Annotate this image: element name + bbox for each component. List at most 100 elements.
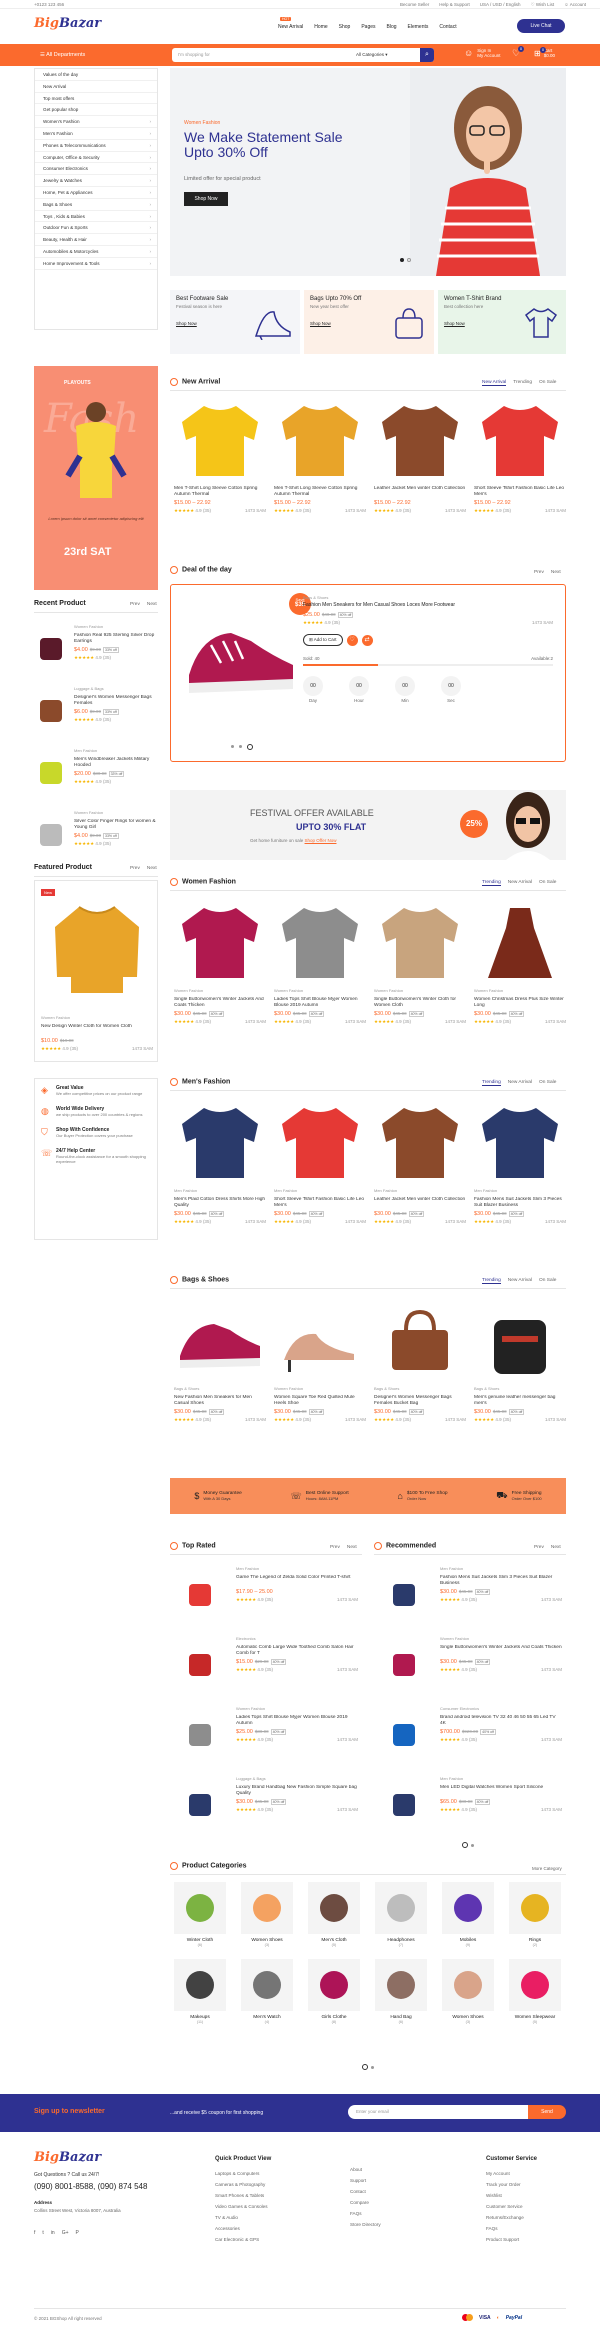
festival-shop-link[interactable]: Shop Offer Now — [305, 838, 337, 843]
product-card[interactable]: Men T-Shirt Long Sleeve Cotton Spring Au… — [174, 396, 266, 514]
category-item[interactable]: Girls Clothe (8) — [308, 1959, 360, 2024]
sidebar-item[interactable]: Values of the day — [35, 69, 157, 81]
footer-link[interactable]: FAQs — [350, 2208, 381, 2219]
tab-trending[interactable]: Trending — [513, 380, 532, 386]
product-name[interactable]: Men T-Shirt Long Sleeve Cotton Spring Au… — [274, 486, 366, 498]
footer-link[interactable]: TV & Audio — [215, 2212, 271, 2223]
product-card[interactable]: Women Fashion Single Buttonwomen's Winter… — [174, 898, 266, 1025]
tab-new-arrival[interactable]: New Arrival — [482, 380, 507, 386]
product-name[interactable]: Men's genuine leather messenger bag men'… — [474, 1395, 566, 1407]
google-plus-icon[interactable]: G+ — [62, 2230, 69, 2236]
category-item[interactable]: Women Shoes (3) — [241, 1882, 293, 1947]
product-image[interactable] — [274, 1296, 366, 1382]
deal-name[interactable]: Fashion Men Sneakers for Men Casual Shoe… — [303, 602, 553, 608]
featured-card[interactable]: New Women Fashion New Design Winter Clot… — [34, 880, 158, 1062]
product-image[interactable] — [474, 396, 566, 482]
product-name[interactable]: Silver Color Finger Rings for women & Yo… — [74, 819, 158, 831]
product-name[interactable]: Fashion Mens Suit Jackets Slim 3 Pieces … — [440, 1575, 562, 1587]
more-category-link[interactable]: More Category — [532, 1866, 562, 1871]
footer-link[interactable]: Laptops & Computers — [215, 2168, 271, 2179]
category-item[interactable]: Mobiles (9) — [442, 1882, 494, 1947]
prev-button[interactable]: Prev — [130, 866, 140, 871]
footer-link[interactable]: Returns/Exchange — [486, 2212, 537, 2223]
help-support-link[interactable]: Help & Support — [439, 2, 470, 8]
compare-icon[interactable]: ⇄ — [361, 634, 373, 646]
list-item[interactable]: Luggage & Bags Designer's Women Messenger… — [34, 682, 158, 740]
footer-link[interactable]: Support — [350, 2175, 381, 2186]
list-item[interactable]: Men Fashion Men's Windbreaker Jackets Mil… — [34, 744, 158, 802]
festival-banner[interactable]: FESTIVAL OFFER AVAILABLE UPTO 30% FLAT G… — [170, 790, 566, 860]
product-name[interactable]: Ladies Tops Shirt Blouse Myjer Women Blo… — [236, 1715, 358, 1727]
list-item[interactable]: Electronics Automatic Comb Large Wide Too… — [170, 1632, 362, 1698]
footer-link[interactable]: Smart Phones & Tablets — [215, 2190, 271, 2201]
list-item[interactable]: Women Fashion Fashion Real 925 Sterling S… — [34, 620, 158, 678]
sidebar-item[interactable]: Outdoor Fun & Sports › — [35, 222, 157, 235]
sidebar-item[interactable]: New Arrival — [35, 81, 157, 93]
category-item[interactable]: Rings (2) — [509, 1882, 561, 1947]
wishlist-icon[interactable]: ♡ — [346, 634, 358, 646]
tab-trending[interactable]: Trending — [482, 1080, 501, 1086]
sidebar-item[interactable]: Women's Fashion › — [35, 116, 157, 128]
promo-tshirt[interactable]: Women T-Shirt Brand Best collection here S… — [438, 290, 566, 354]
product-name[interactable]: Luxury Brand Handbag New Fashion Simple … — [236, 1785, 358, 1797]
product-name[interactable]: Men T-Shirt Long Sleeve Cotton Spring Au… — [174, 486, 266, 498]
product-name[interactable]: New Fashion Men Sneakers for Men Casual … — [174, 1395, 266, 1407]
nav-new-arrival[interactable]: HOT New Arrival — [278, 17, 303, 30]
category-image[interactable] — [174, 1959, 226, 2011]
promo-footware[interactable]: Best Footware Sale Festival season is her… — [170, 290, 300, 354]
tab-on-sale[interactable]: On Sale — [539, 380, 556, 386]
product-name[interactable]: Men's Plaid Cotton Dress Shirts More Hig… — [174, 1197, 266, 1209]
list-item[interactable]: Men Fashion Men LED Digital Watches Women… — [374, 1772, 566, 1838]
become-seller-link[interactable]: Become Seller — [400, 2, 429, 8]
nav-elements[interactable]: Elements — [408, 24, 429, 30]
sidebar-item[interactable]: Beauty, Health & Hair › — [35, 234, 157, 246]
sidebar-item[interactable]: Home Improvement & Tools › — [35, 258, 157, 270]
category-item[interactable]: Makeups (11) — [174, 1959, 226, 2024]
product-image[interactable] — [474, 898, 566, 984]
tab-new-arrival[interactable]: New Arrival — [508, 1278, 532, 1284]
category-item[interactable]: Hand Bag (6) — [375, 1959, 427, 2024]
category-image[interactable] — [375, 1882, 427, 1934]
tab-on-sale[interactable]: On Sale — [539, 1278, 556, 1284]
product-card[interactable]: Men T-Shirt Long Sleeve Cotton Spring Au… — [274, 396, 366, 514]
list-item[interactable]: Men Fashion Game The Legend of Zelda Soli… — [170, 1562, 362, 1628]
product-name[interactable]: Men's Windbreaker Jackets Military Hoode… — [74, 757, 158, 769]
product-thumb[interactable] — [170, 1702, 230, 1768]
product-image[interactable] — [274, 396, 366, 482]
product-name[interactable]: Men LED Digital Watches Women Sport Sili… — [440, 1785, 562, 1797]
linkedin-icon[interactable]: in — [51, 2230, 55, 2236]
deal-thumbs[interactable] — [231, 744, 253, 750]
product-thumb[interactable] — [34, 682, 68, 740]
product-name[interactable]: Single Buttonwomen's Winter Jackets And … — [440, 1645, 562, 1657]
next-button[interactable]: Next — [551, 1545, 561, 1550]
footer-link[interactable]: Compare — [350, 2197, 381, 2208]
nav-shop[interactable]: Shop — [339, 24, 351, 30]
footer-link[interactable]: Cameras & Photography — [215, 2179, 271, 2190]
tab-trending[interactable]: Trending — [482, 880, 501, 886]
search-button[interactable]: ⌕ — [420, 48, 434, 62]
category-image[interactable] — [241, 1959, 293, 2011]
signin-link[interactable]: ☺ Sign In My Account — [464, 48, 500, 58]
product-name[interactable]: Single Buttonwomen's Winter Cloth for Wo… — [374, 997, 466, 1009]
product-thumb[interactable] — [374, 1772, 434, 1838]
promo-bags[interactable]: Bags Upto 70% Off New year best offer Shop… — [304, 290, 434, 354]
facebook-icon[interactable]: f — [34, 2230, 35, 2236]
product-image[interactable] — [474, 1098, 566, 1184]
product-thumb[interactable] — [34, 744, 68, 802]
category-image[interactable] — [442, 1959, 494, 2011]
pinterest-icon[interactable]: P — [76, 2230, 79, 2236]
cart-link[interactable]: ⊞ 0 Cart $0.00 — [534, 46, 555, 58]
product-thumb[interactable] — [170, 1632, 230, 1698]
prev-button[interactable]: Prev — [534, 1545, 544, 1550]
footer-link[interactable]: Car Electronic & GPS — [215, 2234, 271, 2245]
list-item[interactable]: Women Fashion Silver Color Finger Rings f… — [34, 806, 158, 864]
product-thumb[interactable] — [374, 1702, 434, 1768]
side-promo-banner[interactable]: PLAYOUTS Fash Lorem ipsum dolor sit amet… — [34, 366, 158, 590]
category-image[interactable] — [241, 1882, 293, 1934]
product-thumb[interactable] — [34, 806, 68, 864]
list-item[interactable]: Luggage & Bags Luxury Brand Handbag New F… — [170, 1772, 362, 1838]
sidebar-item[interactable]: Top most offers — [35, 93, 157, 105]
product-card[interactable]: Bags & Shoes Designer's Women Messenger B… — [374, 1296, 466, 1423]
search-box[interactable]: I'm shopping for All Categories ▾ ⌕ — [172, 48, 434, 62]
nav-contact[interactable]: Contact — [439, 24, 456, 30]
